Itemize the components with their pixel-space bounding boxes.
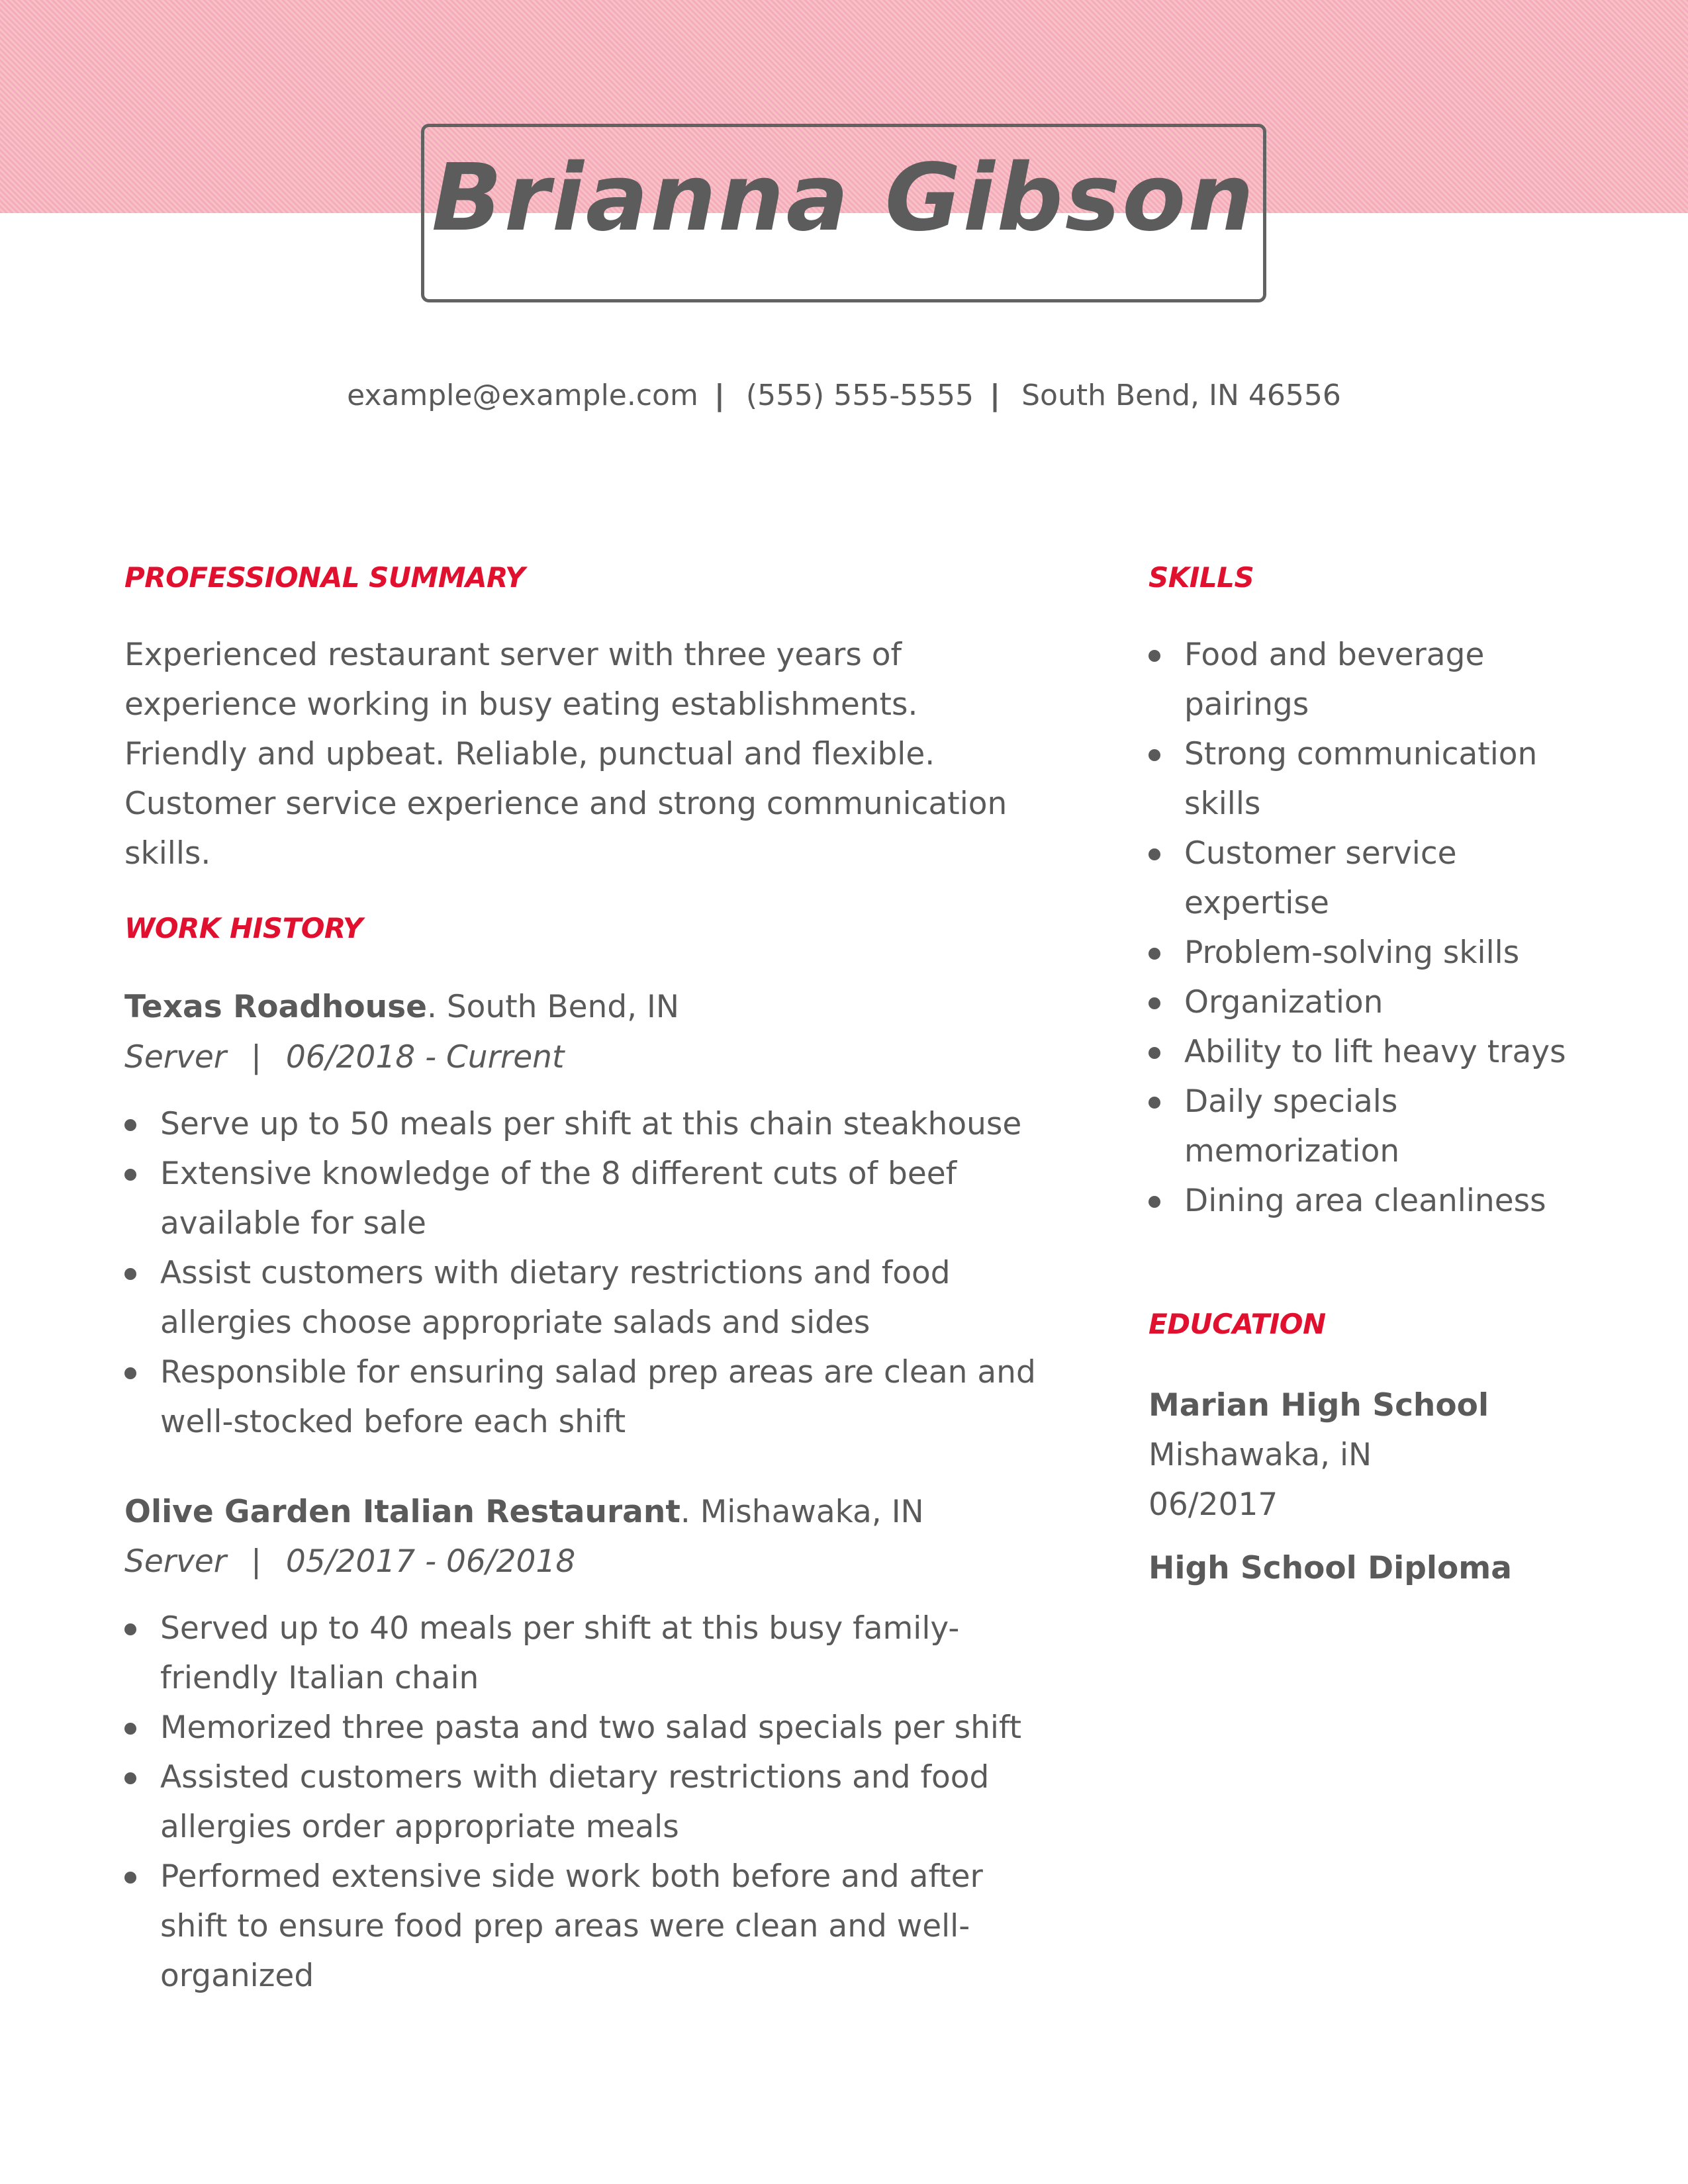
list-item: Daily specials memorization: [1149, 1077, 1585, 1176]
bullet-text: Served up to 40 meals per shift at this …: [160, 1610, 960, 1696]
job-location: . Mishawaka, IN: [680, 1494, 924, 1530]
separator: |: [251, 1543, 261, 1580]
bullet-icon: [124, 1169, 136, 1181]
job-header: Olive Garden Italian Restaurant. Mishawa…: [124, 1487, 924, 1537]
list-item: Served up to 40 meals per shift at this …: [124, 1604, 1045, 1703]
job-meta: Server | 06/2018 - Current: [124, 1032, 564, 1082]
list-item: Organization: [1149, 978, 1585, 1027]
graduation-date: 06/2017: [1149, 1486, 1278, 1523]
bullet-text: Memorized three pasta and two salad spec…: [160, 1709, 1022, 1746]
skill-text: Daily specials memorization: [1184, 1083, 1400, 1169]
bullet-icon: [124, 1872, 136, 1884]
bullet-text: Serve up to 50 meals per shift at this c…: [160, 1106, 1022, 1142]
list-item: Food and beverage pairings: [1149, 630, 1585, 729]
job-dates: 05/2017 - 06/2018: [285, 1543, 576, 1580]
skill-text: Strong communication skills: [1184, 736, 1538, 822]
job-title: Server: [124, 1543, 227, 1580]
list-item: Strong communication skills: [1149, 729, 1585, 829]
separator: |: [714, 379, 725, 412]
job-header: Texas Roadhouse. South Bend, IN: [124, 982, 679, 1032]
bullet-icon: [124, 1367, 136, 1379]
bullet-icon: [1149, 650, 1160, 662]
list-item: Performed extensive side work both befor…: [124, 1852, 1045, 2001]
bullet-icon: [1149, 848, 1160, 860]
skill-text: Food and beverage pairings: [1184, 637, 1485, 723]
email[interactable]: example@example.com: [347, 379, 698, 412]
list-item: Problem-solving skills: [1149, 928, 1585, 978]
bullet-icon: [1149, 1047, 1160, 1059]
work-history-heading: WORK HISTORY: [124, 912, 363, 944]
bullet-text: Assisted customers with dietary restrict…: [160, 1759, 990, 1845]
skill-text: Organization: [1184, 984, 1383, 1021]
job-bullets: Served up to 40 meals per shift at this …: [124, 1604, 1045, 2001]
list-item: Assisted customers with dietary restrict…: [124, 1752, 1045, 1852]
bullet-icon: [124, 1268, 136, 1280]
bullet-icon: [1149, 749, 1160, 761]
phone[interactable]: (555) 555-5555: [746, 379, 974, 412]
bullet-icon: [1149, 997, 1160, 1009]
list-item: Assist customers with dietary restrictio…: [124, 1248, 1045, 1347]
bullet-icon: [124, 1119, 136, 1131]
skill-text: Dining area cleanliness: [1184, 1183, 1546, 1219]
skills-heading: SKILLS: [1149, 561, 1254, 594]
job-dates: 06/2018 - Current: [285, 1039, 565, 1075]
skill-text: Customer service expertise: [1184, 835, 1457, 921]
list-item: Serve up to 50 meals per shift at this c…: [124, 1099, 1045, 1149]
contact-line: example@example.com | (555) 555-5555 | S…: [0, 376, 1688, 416]
list-item: Ability to lift heavy trays: [1149, 1027, 1585, 1077]
job-title: Server: [124, 1039, 227, 1075]
skills-list: Food and beverage pairings Strong commun…: [1149, 630, 1585, 1226]
bullet-text: Performed extensive side work both befor…: [160, 1858, 983, 1994]
separator: |: [251, 1039, 261, 1075]
list-item: Responsible for ensuring salad prep area…: [124, 1347, 1045, 1447]
bullet-icon: [1149, 1097, 1160, 1109]
summary-text: Experienced restaurant server with three…: [124, 637, 1008, 872]
skill-text: Problem-solving skills: [1184, 934, 1520, 971]
candidate-name: Brianna Gibson: [431, 144, 1256, 252]
bullet-text: Extensive knowledge of the 8 different c…: [160, 1156, 957, 1242]
bullet-text: Responsible for ensuring salad prep area…: [160, 1354, 1036, 1440]
summary-heading: PROFESSIONAL SUMMARY: [124, 561, 525, 594]
bullet-icon: [1149, 948, 1160, 960]
list-item: Extensive knowledge of the 8 different c…: [124, 1149, 1045, 1248]
degree: High School Diploma: [1149, 1550, 1512, 1586]
job-location: . South Bend, IN: [426, 989, 680, 1025]
list-item: Memorized three pasta and two salad spec…: [124, 1703, 1045, 1752]
school-name: Marian High School: [1149, 1387, 1489, 1424]
address: South Bend, IN 46556: [1021, 379, 1341, 412]
list-item: Customer service expertise: [1149, 829, 1585, 928]
school-location: Mishawaka, iN: [1149, 1437, 1372, 1473]
bullet-icon: [124, 1723, 136, 1735]
company-name: Olive Garden Italian Restaurant: [124, 1494, 680, 1530]
skill-text: Ability to lift heavy trays: [1184, 1034, 1566, 1070]
bullet-icon: [124, 1772, 136, 1784]
job-meta: Server | 05/2017 - 06/2018: [124, 1537, 575, 1586]
list-item: Dining area cleanliness: [1149, 1176, 1585, 1226]
bullet-text: Assist customers with dietary restrictio…: [160, 1255, 951, 1341]
separator: |: [990, 379, 1001, 412]
company-name: Texas Roadhouse: [124, 989, 427, 1025]
bullet-icon: [124, 1623, 136, 1635]
job-bullets: Serve up to 50 meals per shift at this c…: [124, 1099, 1045, 1447]
education-heading: EDUCATION: [1149, 1308, 1326, 1340]
bullet-icon: [1149, 1196, 1160, 1208]
